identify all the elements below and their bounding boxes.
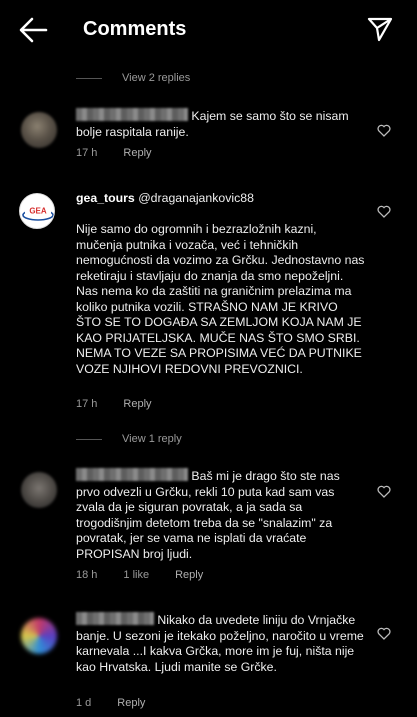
comment-username[interactable]: gea_tours (76, 191, 135, 205)
blurred-username[interactable] (76, 108, 188, 121)
reply-button[interactable]: Reply (175, 569, 203, 581)
view-replies-toggle[interactable]: View 2 replies (76, 72, 190, 84)
comment-meta: 1 d Reply (76, 697, 145, 709)
comment-body: Kajem se samo što se nisam bolje raspita… (76, 108, 366, 140)
comment-text: Baš mi je drago što ste nas prvo odvezli… (76, 469, 340, 561)
mention-link[interactable]: @draganajankovic88 (138, 191, 254, 205)
divider-line (76, 438, 102, 440)
view-replies-label: View 1 reply (122, 433, 182, 445)
comment-body-gea: gea_tours @draganajankovic88 (76, 191, 366, 207)
comment-meta: 18 h 1 like Reply (76, 569, 203, 581)
like-heart-icon[interactable] (377, 124, 391, 137)
svg-text:GEA: GEA (29, 207, 47, 216)
like-heart-icon[interactable] (377, 485, 391, 498)
blurred-username[interactable] (76, 468, 188, 481)
like-count[interactable]: 1 like (123, 569, 149, 581)
avatar[interactable] (21, 618, 57, 654)
view-replies-toggle[interactable]: View 1 reply (76, 433, 182, 445)
share-send-icon[interactable] (366, 15, 394, 43)
comment-time: 17 h (76, 398, 98, 410)
like-heart-icon[interactable] (377, 627, 391, 640)
comment-meta: 17 h Reply (76, 398, 152, 410)
comment-body: Nikako da uvedete liniju do Vrnjačke ban… (76, 612, 366, 675)
comment-time: 18 h (76, 569, 98, 581)
avatar-gea-tours[interactable]: GEA (19, 193, 55, 229)
like-heart-icon[interactable] (377, 205, 391, 218)
reply-button[interactable]: Reply (123, 398, 151, 410)
back-arrow-icon[interactable] (18, 16, 48, 44)
blurred-username[interactable] (76, 612, 154, 625)
avatar[interactable] (21, 112, 57, 148)
comment-time: 1 d (76, 697, 92, 709)
comment-text-gea: Nije samo do ogromnih i bezrazložnih kaz… (76, 222, 365, 376)
comment-body: Baš mi je drago što ste nas prvo odvezli… (76, 468, 366, 562)
divider-line (76, 77, 102, 79)
gea-logo-icon: GEA (22, 206, 54, 221)
comment-time: 17 h (76, 147, 98, 159)
page-title: Comments (83, 18, 187, 40)
comment-meta: 17 h Reply (76, 147, 152, 159)
header-bar: Comments (0, 0, 417, 60)
reply-button[interactable]: Reply (123, 147, 151, 159)
reply-button[interactable]: Reply (117, 697, 145, 709)
view-replies-label: View 2 replies (122, 72, 191, 84)
avatar[interactable] (21, 472, 57, 508)
